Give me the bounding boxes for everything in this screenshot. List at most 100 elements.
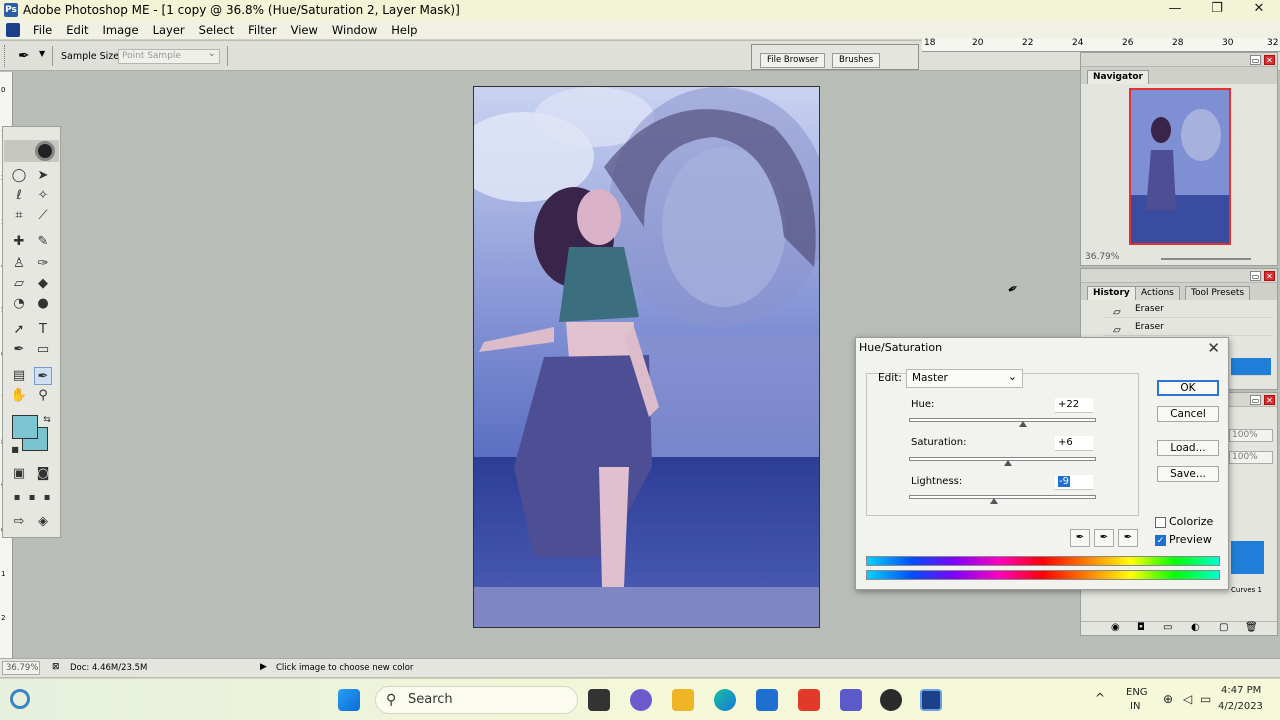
- rectangle-icon[interactable]: ▭: [34, 341, 52, 359]
- tab-history[interactable]: History: [1087, 286, 1136, 300]
- eyedropper-icon[interactable]: ✒: [1070, 529, 1090, 547]
- dialog-titlebar[interactable]: Hue/Saturation ✕: [856, 338, 1228, 358]
- eraser-icon[interactable]: ▱: [10, 275, 28, 293]
- document-canvas[interactable]: [473, 86, 820, 628]
- screen-mode-full-icon[interactable]: ▪: [38, 489, 56, 507]
- saturation-slider-track[interactable]: [909, 457, 1096, 461]
- menu-window[interactable]: Window: [325, 23, 384, 37]
- teams-chat-icon[interactable]: [630, 689, 652, 711]
- lightness-slider-track[interactable]: [909, 495, 1096, 499]
- wps-office-icon[interactable]: [798, 689, 820, 711]
- eyedropper-minus-icon[interactable]: ✒: [1118, 529, 1138, 547]
- navigator-zoom-value[interactable]: 36.79%: [1085, 252, 1119, 262]
- doc-size[interactable]: Doc: 4.46M/23.5M: [70, 663, 147, 673]
- close-icon[interactable]: ✕: [1207, 338, 1220, 358]
- menu-select[interactable]: Select: [192, 23, 241, 37]
- menu-file[interactable]: File: [26, 23, 59, 37]
- blur-icon[interactable]: ◔: [10, 295, 28, 313]
- language-code[interactable]: ENG: [1126, 687, 1148, 698]
- close-button[interactable]: ✕: [1238, 0, 1280, 20]
- tab-actions[interactable]: Actions: [1135, 286, 1180, 300]
- lasso-icon[interactable]: ℓ: [10, 187, 28, 205]
- paint-bucket-icon[interactable]: ◆: [34, 275, 52, 293]
- trash-icon[interactable]: 🗑: [1245, 622, 1258, 633]
- healing-brush-icon[interactable]: ✚: [10, 233, 28, 251]
- magic-wand-icon[interactable]: ✧: [34, 187, 52, 205]
- imageready-icon[interactable]: ◈: [34, 513, 52, 531]
- history-brush-icon[interactable]: ✑: [34, 255, 52, 273]
- network-icon[interactable]: ⊕: [1163, 692, 1173, 706]
- edge-browser-icon[interactable]: [714, 689, 736, 711]
- menu-filter[interactable]: Filter: [241, 23, 283, 37]
- default-colors-icon[interactable]: ■: [6, 441, 24, 459]
- swap-colors-icon[interactable]: ⇆: [38, 411, 56, 429]
- quick-mask-icon[interactable]: ◙: [34, 465, 52, 483]
- clock-time[interactable]: 4:47 PM: [1221, 685, 1261, 696]
- eyedropper-icon[interactable]: ✒: [18, 48, 34, 64]
- start-windows-icon[interactable]: [338, 689, 360, 711]
- tab-file-browser[interactable]: File Browser: [760, 53, 826, 68]
- marquee-icon[interactable]: ◯: [10, 167, 28, 185]
- navigator-zoom-slider[interactable]: [1161, 258, 1251, 260]
- tool-preset-arrow-icon[interactable]: ▼: [39, 49, 45, 58]
- preview-checkbox[interactable]: ✓: [1155, 535, 1166, 546]
- file-explorer-icon[interactable]: [672, 689, 694, 711]
- cancel-button[interactable]: Cancel: [1157, 406, 1219, 422]
- new-layer-icon[interactable]: ▢: [1219, 622, 1228, 633]
- layer-style-icon[interactable]: ◉: [1111, 622, 1120, 633]
- jump-to-imageready-icon[interactable]: ⇨: [10, 513, 28, 531]
- speaker-icon[interactable]: ◁: [1183, 692, 1192, 706]
- saturation-slider-thumb[interactable]: [1004, 460, 1013, 466]
- toolbox-header[interactable]: [4, 140, 59, 162]
- history-item[interactable]: ▱ Eraser: [1103, 318, 1273, 336]
- hue-slider-track[interactable]: [909, 418, 1096, 422]
- hue-input[interactable]: +22: [1055, 398, 1093, 413]
- minimize-panel-icon[interactable]: ▭: [1250, 55, 1261, 65]
- recorder-app-icon[interactable]: [880, 689, 902, 711]
- type-icon[interactable]: T: [34, 321, 52, 339]
- path-selection-icon[interactable]: ➚: [10, 321, 28, 339]
- photoshop-taskbar-icon[interactable]: [920, 689, 942, 711]
- close-panel-icon[interactable]: ✕: [1264, 55, 1275, 65]
- tab-navigator[interactable]: Navigator: [1087, 70, 1149, 84]
- foreground-color-swatch[interactable]: [12, 415, 38, 439]
- play-arrow-icon[interactable]: ▶: [260, 662, 267, 672]
- zoom-icon[interactable]: ⚲: [34, 387, 52, 405]
- panel-titlebar[interactable]: ▭ ✕: [1081, 269, 1277, 283]
- edit-select[interactable]: Master: [906, 368, 1023, 388]
- folder-icon[interactable]: ▭: [1163, 622, 1172, 633]
- opacity-field[interactable]: 100%: [1229, 429, 1273, 442]
- status-zoom-field[interactable]: 36.79%: [2, 661, 40, 675]
- lightness-slider-thumb[interactable]: [990, 498, 999, 504]
- eyedropper-icon[interactable]: ✒: [34, 367, 52, 385]
- p-app-icon[interactable]: [840, 689, 862, 711]
- slice-icon[interactable]: ⟋: [34, 207, 52, 225]
- restore-button[interactable]: ❐: [1196, 0, 1238, 20]
- saturation-input[interactable]: +6: [1055, 436, 1093, 451]
- notes-icon[interactable]: ▤: [10, 367, 28, 385]
- hand-icon[interactable]: ✋: [10, 387, 28, 405]
- navigator-thumbnail[interactable]: [1129, 88, 1231, 245]
- layer-name[interactable]: Curves 1: [1231, 586, 1262, 594]
- clone-stamp-icon[interactable]: ♙: [10, 255, 28, 273]
- microsoft-store-icon[interactable]: [756, 689, 778, 711]
- search-box[interactable]: ⚲ Search: [375, 686, 578, 714]
- tab-brushes[interactable]: Brushes: [832, 53, 881, 68]
- history-item[interactable]: ▱ Eraser: [1103, 300, 1273, 318]
- minimize-button[interactable]: —: [1154, 0, 1196, 20]
- document-info-icon[interactable]: ⊠: [52, 662, 60, 672]
- menu-view[interactable]: View: [284, 23, 325, 37]
- move-icon[interactable]: ➤: [34, 167, 52, 185]
- menu-layer[interactable]: Layer: [146, 23, 192, 37]
- colorize-checkbox[interactable]: [1155, 517, 1166, 528]
- battery-icon[interactable]: ▭: [1200, 692, 1211, 706]
- tab-tool-presets[interactable]: Tool Presets: [1185, 286, 1251, 300]
- history-item-selected[interactable]: [1231, 358, 1271, 376]
- document-icon[interactable]: [6, 22, 20, 37]
- save-button[interactable]: Save...: [1157, 466, 1219, 482]
- mask-icon[interactable]: ◘: [1137, 622, 1145, 633]
- selected-layer-row[interactable]: [1231, 541, 1264, 574]
- minimize-panel-icon[interactable]: ▭: [1250, 271, 1261, 281]
- standard-mode-icon[interactable]: ▣: [10, 465, 28, 483]
- widgets-icon[interactable]: [10, 689, 30, 709]
